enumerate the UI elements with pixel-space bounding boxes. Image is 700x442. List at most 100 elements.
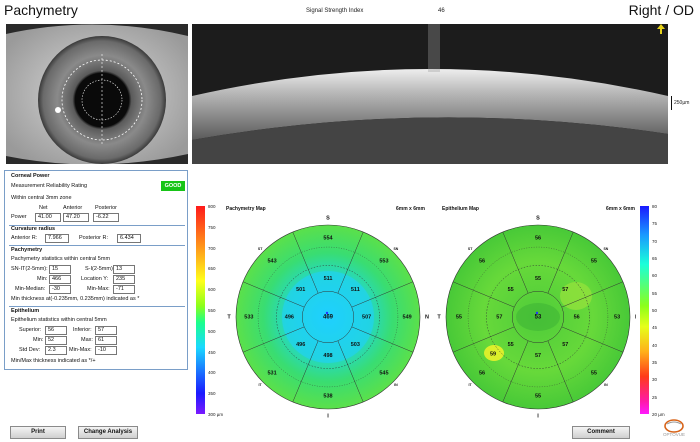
min-label: Min:: [37, 276, 48, 282]
pachymetry-title: Pachymetry: [11, 247, 43, 253]
map-inner-value: 498: [323, 353, 332, 359]
col-posterior: Posterior: [95, 205, 118, 211]
min-median-value: -30: [49, 285, 71, 294]
max-marker-value: 59: [490, 351, 496, 357]
pachymetry-note: Min thickness at(-0.235mm, 0.235mm) indi…: [11, 296, 140, 302]
anterior-r-value: 7.966: [45, 234, 69, 243]
scale-tick: 40: [652, 342, 658, 348]
map-outer-value: 55: [591, 259, 597, 265]
map-inner-value: 56: [574, 314, 580, 320]
epi-max-label: Max:: [81, 337, 93, 343]
oct-scale-bar: [671, 96, 672, 110]
map-direction-label: ST: [258, 247, 263, 251]
scale-tick: 65: [652, 256, 658, 261]
page-title: Pachymetry: [4, 2, 78, 18]
sn-it-label: SN-IT(2-5mm):: [11, 266, 48, 272]
map-outer-value: 531: [267, 370, 276, 376]
scale-tick: 25: [652, 394, 658, 400]
map-direction-label: I: [537, 413, 539, 418]
change-analysis-button[interactable]: Change Analysis: [78, 426, 138, 439]
map-outer-value: 55: [456, 314, 462, 320]
map-inner-value: 507: [362, 314, 371, 320]
map-inner-value: 57: [562, 287, 568, 293]
curvature-title: Curvature radius: [11, 226, 56, 232]
map-center-value: 53: [535, 315, 542, 321]
col-net: Net: [39, 205, 48, 211]
map-inner-value: 511: [324, 276, 333, 282]
map-inner-value: 55: [508, 342, 514, 348]
print-button[interactable]: Print: [10, 426, 66, 439]
iris-image: [6, 24, 188, 164]
epithelium-map-size: 6mm x 6mm: [606, 206, 635, 212]
min-thickness-marker: [535, 311, 539, 315]
epithelium-map-title: Epithelium Map: [442, 206, 479, 212]
map-outer-value: 554: [323, 235, 333, 241]
s-i-value: 13: [113, 265, 135, 274]
map-outer-value: 56: [479, 370, 485, 376]
thickness-maps: 469 511 554 511 553 507 549 503 545 498 538 496 531 4…: [227, 215, 636, 418]
scale-tick: 55: [652, 290, 658, 296]
epithelium-color-scale: [640, 206, 649, 414]
oct-cross-section: [192, 24, 668, 164]
map-outer-value: 56: [479, 259, 485, 265]
map-outer-value: 56: [535, 235, 541, 241]
scale-tick: 35: [652, 360, 658, 365]
scale-tick: 50: [652, 308, 658, 313]
map-inner-value: 496: [285, 314, 294, 320]
map-outer-value: 55: [535, 394, 541, 400]
corneal-power-title: Corneal Power: [11, 173, 50, 179]
epi-min-max-label: Min-Max:: [69, 347, 92, 353]
power-anterior-value: 47.20: [63, 213, 89, 222]
divider: [9, 245, 185, 246]
epi-min-value: 52: [45, 336, 67, 345]
epi-min-max-value: -10: [95, 346, 117, 355]
oct-scale-label: 250µm: [674, 100, 690, 106]
map-outer-value: 553: [379, 259, 388, 265]
std-dev-label: Std Dev:: [19, 347, 41, 353]
map-direction-label: I: [327, 413, 329, 418]
map-outer-value: 53: [614, 314, 620, 320]
map-outer-value: 549: [403, 314, 412, 320]
map-inner-value: 57: [496, 314, 502, 320]
epithelium-note: Min/Max thickness indicated as */+: [11, 358, 96, 364]
pachymetry-map-title: Pachymetry Map: [226, 206, 266, 212]
map-outer-value: 533: [244, 314, 253, 320]
map-direction-label: S: [326, 215, 330, 221]
eye-indicator: Right / OD: [628, 2, 694, 18]
map-direction-label: T: [227, 314, 231, 320]
map-outer-value: 538: [323, 394, 332, 400]
pachymetry-map-size: 6mm x 6mm: [396, 206, 425, 212]
scale-tick: 80: [652, 204, 658, 209]
std-dev-value: 2.3: [45, 346, 67, 355]
divider: [9, 306, 185, 307]
map-direction-label: SN: [393, 247, 398, 251]
map-inner-value: 501: [296, 287, 305, 293]
power-label: Power: [11, 214, 27, 220]
map-direction-label: S: [536, 215, 540, 221]
scale-tick: 75: [652, 221, 658, 227]
scale-tick: 45: [652, 325, 658, 331]
location-value: 235: [113, 275, 135, 284]
s-i-label: S-I(2-5mm):: [85, 266, 115, 272]
map-direction-label: IN: [604, 383, 608, 387]
reliability-label: Measurement Reliability Rating: [11, 183, 88, 189]
map-outer-value: 55: [591, 370, 597, 376]
map-outer-value: 545: [379, 370, 388, 376]
logo-text: OPTOVUE: [663, 432, 685, 437]
map-direction-label: IT: [259, 383, 263, 387]
epi-min-label: Min:: [33, 337, 44, 343]
epi-max-value: 61: [95, 336, 117, 345]
map-inner-value: 57: [562, 342, 568, 348]
map-inner-value: 496: [296, 342, 305, 348]
epithelium-title: Epithelium: [11, 308, 40, 314]
inferior-value: 57: [95, 326, 117, 335]
min-median-label: Min-Median:: [15, 286, 46, 292]
col-anterior: Anterior: [63, 205, 83, 211]
anterior-r-label: Anterior R:: [11, 235, 38, 241]
optovue-logo: OPTOVUE: [663, 419, 685, 437]
scale-tick: 60: [652, 273, 658, 279]
map-outer-value: 543: [267, 259, 276, 265]
comment-button[interactable]: Comment: [572, 426, 630, 439]
power-posterior-value: -6.22: [93, 213, 119, 222]
map-center-value: 469: [323, 315, 334, 321]
